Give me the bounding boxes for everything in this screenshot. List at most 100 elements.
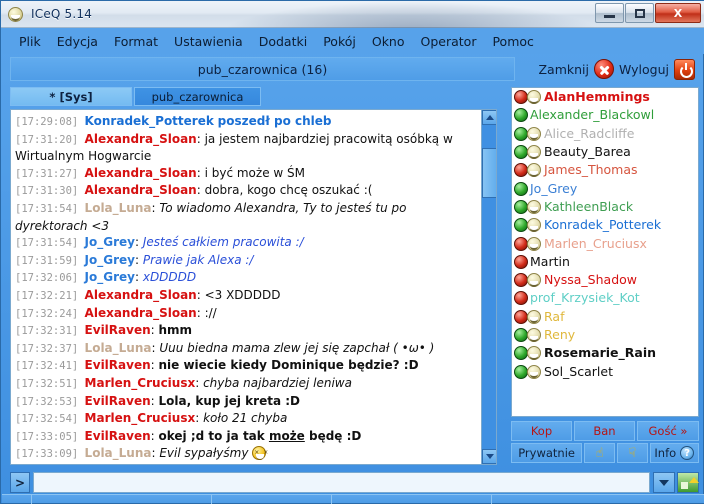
message-nickname[interactable]: Alexandra_Sloan — [85, 306, 197, 320]
thumbs-down-button[interactable]: ☟ — [616, 443, 648, 463]
action-row-1: Kop Ban Gość » — [511, 421, 699, 441]
close-button[interactable]: X — [655, 3, 701, 23]
menu-item-dodatki[interactable]: Dodatki — [251, 31, 315, 52]
message-nickname[interactable]: EvilRaven — [85, 323, 151, 337]
chat-message: [17:31:59] Jo_Grey: Prawie jak Alexa :/ — [15, 252, 477, 270]
smiley-icon — [527, 90, 541, 105]
user-list-item[interactable]: Beauty_Barea — [512, 143, 698, 161]
message-nickname[interactable]: EvilRaven — [85, 429, 151, 443]
menu-item-pomoc[interactable]: Pomoc — [484, 31, 541, 52]
close-x-icon[interactable] — [594, 59, 614, 79]
chat-message: [17:33:09] Lola_Luna: Evil sypałyśmy — [15, 445, 477, 463]
info-button[interactable]: Info ? — [649, 443, 699, 463]
message-timestamp: [17:32:53] — [15, 395, 85, 408]
status-online-icon — [514, 181, 528, 196]
message-nickname[interactable]: Alexandra_Sloan — [85, 166, 197, 180]
status-away-icon — [514, 254, 528, 269]
message-nickname[interactable]: Jo_Grey — [85, 270, 135, 284]
user-list-item[interactable]: Jo_Grey — [512, 179, 698, 197]
message-nickname[interactable]: Konradek_Potterek — [85, 114, 214, 128]
scroll-down-button[interactable] — [482, 449, 496, 464]
menu-item-plik[interactable]: Plik — [11, 31, 49, 52]
message-nickname[interactable]: Alexandra_Sloan — [85, 288, 197, 302]
message-separator: : — [196, 305, 205, 320]
maximize-button[interactable] — [625, 3, 654, 23]
title-bar: ICeQ 5.14 X — [1, 1, 704, 28]
power-icon[interactable] — [674, 58, 695, 80]
input-history-dropdown[interactable] — [653, 472, 675, 493]
user-list-item[interactable]: Konradek_Potterek — [512, 216, 698, 234]
menu-item-pokj[interactable]: Pokój — [315, 31, 364, 52]
message-nickname[interactable]: Alexandra_Sloan — [85, 132, 197, 146]
user-list-item[interactable]: KathleenBlack — [512, 198, 698, 216]
menu-item-operator[interactable]: Operator — [413, 31, 485, 52]
user-list-item[interactable]: prof_Krzysiek_Kot — [512, 289, 698, 307]
message-nickname[interactable]: Lola_Luna — [85, 446, 152, 460]
private-button[interactable]: Prywatnie — [511, 443, 583, 463]
chevron-down-icon — [659, 479, 669, 486]
user-list-item[interactable]: Rosemarie_Rain — [512, 344, 698, 362]
user-name: AlanHemmings — [544, 89, 650, 105]
home-button[interactable] — [677, 472, 699, 493]
thumbs-up-button[interactable]: ☝ — [584, 443, 615, 463]
message-nickname[interactable]: Lola_Luna — [85, 201, 152, 215]
chat-message: [17:31:27] Alexandra_Sloan: i być może w… — [15, 165, 477, 183]
user-list-item[interactable]: Alexander_Blackowl — [512, 106, 698, 124]
close-room-label[interactable]: Zamknij — [538, 62, 589, 77]
smiley-icon — [527, 346, 541, 361]
user-list-item[interactable]: AlanHemmings — [512, 88, 698, 106]
status-cell-3 — [212, 495, 332, 504]
message-timestamp: [17:31:30] — [15, 185, 85, 198]
chat-scroll-thumb[interactable] — [482, 148, 496, 198]
user-name: Martin — [530, 253, 570, 269]
chat-message: [17:31:54] Lola_Luna: To wiadomo Alexand… — [15, 200, 477, 234]
menu-item-format[interactable]: Format — [106, 31, 166, 52]
smiley-icon — [527, 236, 541, 251]
user-list-item[interactable]: Raf — [512, 308, 698, 326]
menu-item-edycja[interactable]: Edycja — [49, 31, 106, 52]
thumbs-down-icon: ☟ — [628, 445, 637, 461]
send-button[interactable]: > — [10, 472, 30, 493]
guest-button[interactable]: Gość » — [637, 421, 699, 441]
user-list-item[interactable]: James_Thomas — [512, 161, 698, 179]
message-nickname[interactable]: EvilRaven — [85, 394, 151, 408]
user-name: Alice_Radcliffe — [544, 125, 635, 141]
message-timestamp: [17:32:37] — [15, 342, 85, 355]
message-body: koło 21 chyba — [203, 411, 288, 426]
message-nickname[interactable]: EvilRaven — [85, 358, 151, 372]
message-nickname[interactable]: Jo_Grey — [85, 235, 135, 249]
logout-label[interactable]: Wyloguj — [619, 62, 669, 77]
tab-sys[interactable]: * [Sys] — [10, 87, 132, 106]
message-separator: : — [196, 165, 205, 180]
user-list-item[interactable]: Reny — [512, 326, 698, 344]
scroll-up-button[interactable] — [482, 110, 496, 125]
message-input[interactable] — [33, 472, 650, 493]
menu-item-ustawienia[interactable]: Ustawienia — [166, 31, 251, 52]
message-timestamp: [17:31:59] — [15, 254, 85, 267]
user-list-item[interactable]: Sol_Scarlet — [512, 362, 698, 380]
message-nickname[interactable]: Lola_Luna — [85, 341, 152, 355]
minimize-button[interactable] — [595, 3, 624, 23]
message-nickname[interactable]: Marlen_Cruciusx — [85, 411, 196, 425]
status-away-icon — [514, 309, 528, 324]
smiley-icon — [527, 126, 541, 141]
chat-scrollbar[interactable] — [481, 110, 496, 464]
chat-message: [17:32:24] Alexandra_Sloan: :// — [15, 305, 477, 323]
kick-button[interactable]: Kop — [511, 421, 572, 441]
message-nickname[interactable]: Marlen_Cruciusx — [85, 376, 196, 390]
menu-item-okno[interactable]: Okno — [364, 31, 413, 52]
user-list-item[interactable]: Marlen_Cruciusx — [512, 234, 698, 252]
message-nickname[interactable]: Alexandra_Sloan — [85, 183, 197, 197]
menu-bar: Plik Edycja Format Ustawienia Dodatki Pokój Ok… — [2, 28, 704, 54]
message-body: Prawie jak Alexa :/ — [142, 252, 254, 267]
user-list-item[interactable]: Nyssa_Shadow — [512, 271, 698, 289]
user-list-item[interactable]: Alice_Radcliffe — [512, 125, 698, 143]
user-list-item[interactable]: Martin — [512, 253, 698, 271]
chat-log[interactable]: [17:29:08] Konradek_Potterek poszedł po … — [11, 110, 481, 464]
chat-pane: [17:29:08] Konradek_Potterek poszedł po … — [10, 109, 497, 465]
ban-button[interactable]: Ban — [574, 421, 635, 441]
user-name: Rosemarie_Rain — [544, 345, 657, 361]
user-list[interactable]: AlanHemmings Alexander_Blackowl Alice_Radc… — [511, 87, 699, 417]
message-nickname[interactable]: Jo_Grey — [85, 253, 135, 267]
tab-room[interactable]: pub_czarownica — [134, 87, 261, 106]
